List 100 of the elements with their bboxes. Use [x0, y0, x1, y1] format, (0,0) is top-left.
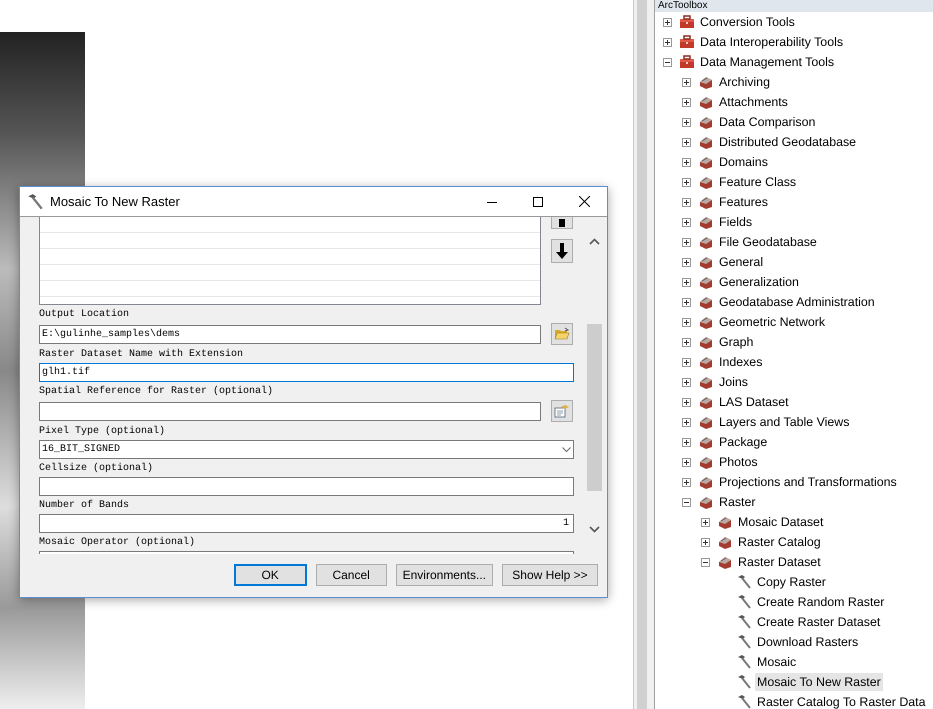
chevron-down-icon — [562, 446, 571, 452]
dialog-button[interactable]: Cancel — [316, 564, 387, 586]
toolbox-icon — [679, 14, 695, 30]
toolset-icon — [698, 194, 714, 210]
parameter-label: Cellsize (optional) — [39, 463, 154, 475]
tree-item[interactable]: Data Interoperability Tools — [698, 33, 846, 51]
toolset-icon — [698, 94, 714, 110]
tree-item[interactable]: Data Comparison — [717, 113, 818, 131]
toolset-icon — [698, 314, 714, 330]
expand-icon[interactable] — [682, 258, 691, 266]
properties-button[interactable] — [551, 400, 573, 422]
tree-item[interactable]: Projections and Transformations — [717, 473, 899, 491]
parameter-label: Output Location — [39, 309, 130, 321]
arrow-shaft-icon — [559, 218, 565, 226]
tree-item[interactable]: Mosaic Dataset — [736, 513, 826, 531]
browse-button[interactable] — [551, 323, 573, 345]
tree-item[interactable]: Archiving — [717, 73, 772, 91]
parameter-label: Pixel Type (optional) — [39, 426, 166, 438]
tree-item[interactable]: Geometric Network — [717, 313, 828, 331]
expand-icon[interactable] — [682, 238, 691, 246]
input-field[interactable]: glh1.tif — [39, 363, 574, 382]
input-field[interactable]: 1 — [39, 514, 574, 533]
tree-item[interactable]: Conversion Tools — [698, 13, 797, 31]
tree-item[interactable]: Domains — [717, 153, 770, 171]
expand-icon[interactable] — [663, 18, 672, 26]
toolset-icon — [717, 534, 733, 550]
tree-item[interactable]: Photos — [717, 453, 760, 471]
tree-item[interactable]: Feature Class — [717, 173, 798, 191]
window-title: Mosaic To New Raster — [50, 194, 181, 209]
tree-item[interactable]: General — [717, 253, 766, 271]
toolset-icon — [698, 114, 714, 130]
tree-item[interactable]: Create Random Raster — [755, 593, 886, 611]
expand-icon[interactable] — [682, 438, 691, 446]
expand-icon[interactable] — [682, 418, 691, 426]
expand-icon[interactable] — [682, 358, 691, 366]
expand-icon[interactable] — [682, 118, 691, 126]
tree-item[interactable]: File Geodatabase — [717, 233, 819, 251]
dialog-button[interactable]: Show Help >> — [502, 564, 598, 586]
expand-icon[interactable] — [682, 338, 691, 346]
expand-icon[interactable] — [682, 478, 691, 486]
scrollbar-thumb[interactable] — [587, 324, 602, 491]
tree-item[interactable]: Raster Dataset — [736, 553, 823, 571]
tree-item[interactable]: Raster — [717, 493, 758, 511]
toolset-icon — [698, 414, 714, 430]
input-field[interactable] — [39, 402, 541, 420]
toolset-icon — [698, 154, 714, 170]
collapse-icon[interactable] — [701, 558, 710, 566]
tree-item[interactable]: Indexes — [717, 353, 764, 371]
toolset-icon — [698, 374, 714, 390]
tree-item[interactable]: Mosaic — [755, 653, 798, 671]
tree-item[interactable]: Create Raster Dataset — [755, 613, 882, 631]
down-arrow-icon — [556, 243, 568, 259]
expand-icon[interactable] — [682, 198, 691, 206]
tree-item[interactable]: Generalization — [717, 273, 801, 291]
tree-item[interactable]: Raster Catalog — [736, 533, 823, 551]
tree-item[interactable]: Joins — [717, 373, 750, 391]
move-down-button[interactable] — [551, 239, 573, 263]
tree-item[interactable]: Fields — [717, 213, 754, 231]
collapse-icon[interactable] — [663, 58, 672, 66]
toolbox-icon — [679, 34, 695, 50]
toolset-icon — [717, 554, 733, 570]
expand-icon[interactable] — [682, 278, 691, 286]
dropdown[interactable]: 16_BIT_SIGNED — [39, 440, 574, 459]
expand-icon[interactable] — [701, 538, 710, 546]
tree-item[interactable]: LAS Dataset — [717, 393, 791, 411]
dialog-button[interactable]: OK — [234, 564, 307, 586]
tree-item[interactable]: Distributed Geodatabase — [717, 133, 858, 151]
expand-icon[interactable] — [663, 38, 672, 46]
tree-item[interactable]: Download Rasters — [755, 633, 860, 651]
tree-item[interactable]: Geodatabase Administration — [717, 293, 877, 311]
tree-item[interactable]: Package — [717, 433, 770, 451]
dialog-button[interactable]: Environments... — [396, 564, 493, 586]
expand-icon[interactable] — [682, 298, 691, 306]
tree-item[interactable]: Mosaic To New Raster — [755, 673, 883, 691]
expand-icon[interactable] — [682, 78, 691, 86]
expand-icon[interactable] — [682, 378, 691, 386]
tree-item[interactable]: Raster Catalog To Raster Data — [755, 693, 928, 709]
expand-icon[interactable] — [682, 98, 691, 106]
expand-icon[interactable] — [682, 178, 691, 186]
chevron-down-icon[interactable] — [589, 526, 600, 533]
tree-item[interactable]: Graph — [717, 333, 756, 351]
expand-icon[interactable] — [682, 218, 691, 226]
chevron-up-icon[interactable] — [589, 238, 600, 245]
expand-icon[interactable] — [682, 458, 691, 466]
parameter-label: Spatial Reference for Raster (optional) — [39, 386, 274, 398]
collapse-icon[interactable] — [682, 498, 691, 506]
toolset-icon — [698, 174, 714, 190]
tree-item[interactable]: Copy Raster — [755, 573, 828, 591]
expand-icon[interactable] — [682, 158, 691, 166]
tree-item[interactable]: Attachments — [717, 93, 790, 111]
expand-icon[interactable] — [682, 398, 691, 406]
tree-item[interactable]: Data Management Tools — [698, 53, 836, 71]
move-up-button[interactable] — [551, 217, 573, 229]
input-field[interactable] — [39, 477, 574, 496]
tree-item[interactable]: Layers and Table Views — [717, 413, 852, 431]
tree-item[interactable]: Features — [717, 193, 770, 211]
expand-icon[interactable] — [701, 518, 710, 526]
expand-icon[interactable] — [682, 318, 691, 326]
input-field[interactable]: E:\gulinhe_samples\dems — [39, 324, 541, 344]
expand-icon[interactable] — [682, 138, 691, 146]
